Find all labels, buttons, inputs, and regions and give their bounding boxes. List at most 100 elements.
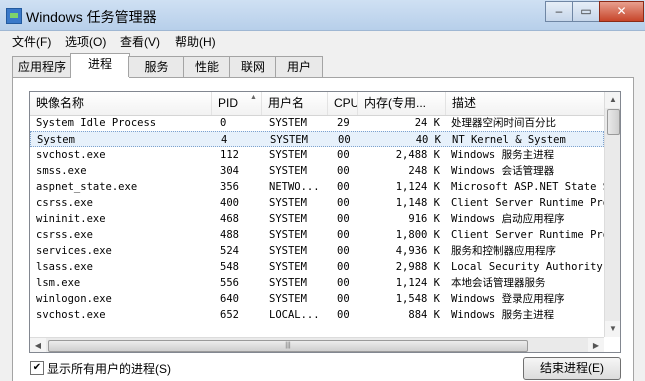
- row-pid: 304: [220, 165, 239, 177]
- row-cpu: 00: [337, 181, 350, 193]
- row-pid: 4: [221, 134, 228, 146]
- row-cpu: 29: [337, 117, 350, 129]
- row-memory: 24 K: [414, 117, 440, 129]
- row-description: Client Server Runtime Pro: [451, 197, 604, 209]
- close-button[interactable]: ✕: [599, 1, 644, 22]
- row-pid: 556: [220, 277, 239, 289]
- row-cpu: 00: [337, 245, 350, 257]
- column-description[interactable]: 描述: [446, 92, 604, 115]
- process-row[interactable]: svchost.exe 112 SYSTEM 00 2,488 K Windows 服务主…: [30, 147, 604, 163]
- menu-file[interactable]: 文件(F): [12, 33, 51, 50]
- row-user: SYSTEM: [269, 165, 307, 177]
- process-row[interactable]: wininit.exe 468 SYSTEM 00 916 K Windows 启动应用程…: [30, 211, 604, 227]
- row-memory: 916 K: [408, 213, 440, 225]
- row-memory: 1,148 K: [395, 197, 440, 209]
- column-user-name[interactable]: 用户名: [262, 92, 328, 115]
- process-row[interactable]: aspnet_state.exe 356 NETWO... 00 1,124 K Micr…: [30, 179, 604, 195]
- row-cpu: 00: [337, 261, 350, 273]
- process-list[interactable]: 映像名称 PID ▲ 用户名 CPU 内存(专用... 描述 System Id…: [29, 91, 621, 353]
- row-user: SYSTEM: [269, 293, 307, 305]
- scroll-right-icon[interactable]: ▶: [588, 338, 604, 352]
- row-description: Windows 服务主进程: [451, 309, 555, 321]
- end-process-button[interactable]: 结束进程(E): [523, 357, 621, 380]
- column-memory[interactable]: 内存(专用...: [358, 92, 446, 115]
- row-pid: 548: [220, 261, 239, 273]
- row-user: SYSTEM: [269, 149, 307, 161]
- row-user: SYSTEM: [269, 245, 307, 257]
- row-description: Microsoft ASP.NET State S: [451, 181, 604, 193]
- row-pid: 400: [220, 197, 239, 209]
- row-description: 本地会话管理器服务: [451, 277, 546, 289]
- row-image-name: System Idle Process: [36, 117, 157, 129]
- menu-help[interactable]: 帮助(H): [175, 33, 216, 50]
- row-pid: 524: [220, 245, 239, 257]
- row-user: SYSTEM: [269, 261, 307, 273]
- process-row[interactable]: smss.exe 304 SYSTEM 00 248 K Windows 会话管理器: [30, 163, 604, 179]
- row-cpu: 00: [337, 213, 350, 225]
- row-user: SYSTEM: [269, 277, 307, 289]
- row-description: Windows 服务主进程: [451, 149, 555, 161]
- row-user: SYSTEM: [270, 134, 308, 146]
- vertical-scrollbar[interactable]: ▲ ▼: [604, 92, 620, 337]
- title-bar: Windows 任务管理器 – ▭ ✕: [0, 0, 645, 31]
- row-description: Local Security Authority: [451, 261, 603, 273]
- tab-performance[interactable]: 性能: [183, 56, 231, 77]
- row-image-name: winlogon.exe: [36, 293, 112, 305]
- tab-applications[interactable]: 应用程序: [12, 56, 72, 77]
- row-description: Windows 登录应用程序: [451, 293, 565, 305]
- row-cpu: 00: [337, 149, 350, 161]
- show-all-users-checkbox[interactable]: ✔: [30, 361, 44, 375]
- tab-processes[interactable]: 进程: [70, 53, 130, 78]
- process-row[interactable]: svchost.exe 652 LOCAL... 00 884 K Windows 服务主…: [30, 307, 604, 323]
- maximize-button[interactable]: ▭: [572, 1, 600, 22]
- row-cpu: 00: [337, 229, 350, 241]
- process-row[interactable]: System 4 SYSTEM 00 40 K NT Kernel & System: [30, 131, 604, 147]
- row-image-name: lsm.exe: [36, 277, 81, 289]
- column-cpu[interactable]: CPU: [328, 92, 358, 115]
- row-pid: 356: [220, 181, 239, 193]
- row-cpu: 00: [337, 293, 350, 305]
- task-manager-icon: [6, 8, 22, 24]
- vertical-scroll-thumb[interactable]: [607, 109, 620, 135]
- scroll-up-icon[interactable]: ▲: [605, 92, 620, 108]
- process-row[interactable]: csrss.exe 488 SYSTEM 00 1,800 K Client Server…: [30, 227, 604, 243]
- process-row[interactable]: services.exe 524 SYSTEM 00 4,936 K 服务和控制器应用程序: [30, 243, 604, 259]
- process-row[interactable]: csrss.exe 400 SYSTEM 00 1,148 K Client Server…: [30, 195, 604, 211]
- row-description: NT Kernel & System: [452, 134, 566, 146]
- row-image-name: lsass.exe: [36, 261, 93, 273]
- row-image-name: svchost.exe: [36, 309, 106, 321]
- row-cpu: 00: [337, 277, 350, 289]
- row-memory: 1,124 K: [395, 181, 440, 193]
- horizontal-scrollbar[interactable]: ◀ ||| ▶: [30, 337, 604, 352]
- window-title: Windows 任务管理器: [26, 9, 157, 25]
- scroll-down-icon[interactable]: ▼: [605, 321, 620, 337]
- menu-options[interactable]: 选项(O): [65, 33, 106, 50]
- process-row[interactable]: System Idle Process 0 SYSTEM 29 24 K 处理器空闲时间百…: [30, 115, 604, 131]
- tab-users[interactable]: 用户: [275, 56, 323, 77]
- row-memory: 2,988 K: [395, 261, 440, 273]
- process-row[interactable]: winlogon.exe 640 SYSTEM 00 1,548 K Windows 登录…: [30, 291, 604, 307]
- menu-view[interactable]: 查看(V): [120, 33, 160, 50]
- row-image-name: services.exe: [36, 245, 112, 257]
- scroll-left-icon[interactable]: ◀: [30, 338, 46, 352]
- column-header: 映像名称 PID ▲ 用户名 CPU 内存(专用... 描述: [30, 92, 604, 116]
- row-description: 服务和控制器应用程序: [451, 245, 556, 257]
- row-pid: 0: [220, 117, 227, 129]
- row-memory: 2,488 K: [395, 149, 440, 161]
- row-cpu: 00: [337, 309, 350, 321]
- row-pid: 488: [220, 229, 239, 241]
- tab-networking[interactable]: 联网: [229, 56, 277, 77]
- horizontal-scroll-thumb[interactable]: |||: [48, 340, 528, 352]
- row-image-name: aspnet_state.exe: [36, 181, 138, 193]
- process-row[interactable]: lsm.exe 556 SYSTEM 00 1,124 K 本地会话管理器服务: [30, 275, 604, 291]
- sort-ascending-icon: ▲: [250, 94, 257, 101]
- process-row[interactable]: lsass.exe 548 SYSTEM 00 2,988 K Local Securit…: [30, 259, 604, 275]
- row-pid: 468: [220, 213, 239, 225]
- tab-services[interactable]: 服务: [128, 56, 185, 77]
- row-cpu: 00: [338, 134, 351, 146]
- minimize-button[interactable]: –: [545, 1, 573, 22]
- row-memory: 1,800 K: [395, 229, 440, 241]
- column-image-name[interactable]: 映像名称: [30, 92, 212, 115]
- row-image-name: csrss.exe: [36, 229, 93, 241]
- row-pid: 112: [220, 149, 239, 161]
